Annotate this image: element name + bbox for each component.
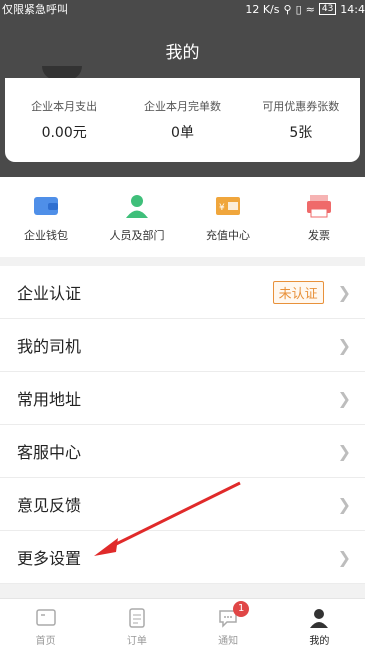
menu-item-label: 意见反馈 — [17, 496, 82, 515]
tab-label: 首页 — [35, 636, 56, 647]
people-icon — [123, 193, 151, 219]
clock: 14:4 — [340, 2, 365, 16]
stat-value: 5张 — [289, 125, 313, 141]
chevron-right-icon: ❯ — [337, 494, 351, 514]
notification-count-badge: 1 — [233, 601, 250, 617]
status-right: 12 K/s ⚲ ▯ ≈ 43 14:4 — [245, 3, 365, 16]
page-title: 我的 — [165, 42, 200, 63]
menu-item-label: 客服中心 — [17, 443, 82, 462]
quick-action-invoice[interactable]: 发票 — [279, 177, 359, 257]
stat-value: 0.00元 — [41, 125, 87, 141]
chevron-right-icon: ❯ — [337, 335, 351, 355]
chevron-right-icon: ❯ — [337, 441, 351, 461]
menu-item-more-settings[interactable]: 更多设置 ❯ — [0, 531, 365, 584]
menu-item-label: 企业认证 — [17, 284, 82, 303]
invoice-icon — [305, 193, 333, 219]
tab-label: 我的 — [309, 636, 330, 647]
tab-label: 通知 — [218, 636, 239, 647]
chevron-right-icon: ❯ — [337, 547, 351, 567]
stat-label: 企业本月完单数 — [143, 100, 221, 113]
tab-profile[interactable]: 我的 — [284, 599, 354, 647]
home-icon — [35, 607, 57, 629]
menu-item-label: 我的司机 — [17, 337, 82, 356]
recharge-icon: ¥ — [214, 193, 242, 219]
chevron-right-icon: ❯ — [337, 388, 351, 408]
quick-action-label: 企业钱包 — [24, 229, 68, 242]
quick-actions: 企业钱包 人员及部门 ¥ 充值中心 发票 — [0, 177, 365, 257]
svg-text:¥: ¥ — [219, 203, 225, 213]
network-speed: 12 K/s — [245, 2, 280, 16]
stat-value: 0单 — [171, 125, 194, 141]
battery-icon: 43 — [318, 3, 337, 15]
stat-monthly-spend[interactable]: 企业本月支出 0.00元 — [6, 98, 123, 142]
wallet-icon — [32, 193, 60, 219]
stat-monthly-orders[interactable]: 企业本月完单数 0单 — [124, 98, 241, 142]
menu-item-feedback[interactable]: 意见反馈 ❯ — [0, 478, 365, 531]
wifi-icon: ≈ — [305, 2, 315, 16]
quick-action-label: 充值中心 — [206, 229, 250, 242]
tab-notifications[interactable]: 1 通知 — [193, 599, 263, 647]
menu-item-customer-service[interactable]: 客服中心 ❯ — [0, 425, 365, 478]
stat-coupons[interactable]: 可用优惠券张数 5张 — [242, 98, 359, 142]
tab-label: 订单 — [126, 636, 147, 647]
orders-icon — [126, 607, 148, 629]
profile-icon — [308, 607, 330, 629]
quick-action-label: 发票 — [308, 229, 330, 242]
quick-action-people[interactable]: 人员及部门 — [97, 177, 177, 257]
vibrate-icon: ▯ — [295, 2, 302, 16]
stat-label: 企业本月支出 — [31, 100, 98, 113]
quick-action-label: 人员及部门 — [109, 229, 165, 242]
tab-orders[interactable]: 订单 — [102, 599, 172, 647]
carrier-text: 仅限紧急呼叫 — [2, 3, 68, 16]
status-bar: 仅限紧急呼叫 12 K/s ⚲ ▯ ≈ 43 14:4 — [0, 0, 365, 18]
tab-home[interactable]: 首页 — [11, 599, 81, 647]
menu-item-common-addresses[interactable]: 常用地址 ❯ — [0, 372, 365, 425]
menu-item-label: 更多设置 — [17, 549, 82, 568]
location-icon: ⚲ — [283, 2, 292, 16]
menu-item-enterprise-verification[interactable]: 企业认证 未认证 ❯ — [0, 266, 365, 319]
status-badge: 未认证 — [272, 280, 324, 304]
settings-menu: 企业认证 未认证 ❯ 我的司机 ❯ 常用地址 ❯ 客服中心 ❯ 意见反馈 ❯ 更… — [0, 266, 365, 584]
stats-card: 企业本月支出 0.00元 企业本月完单数 0单 可用优惠券张数 5张 — [5, 78, 360, 162]
quick-action-wallet[interactable]: 企业钱包 — [6, 177, 86, 257]
quick-action-recharge[interactable]: ¥ 充值中心 — [188, 177, 268, 257]
chevron-right-icon: ❯ — [337, 282, 351, 302]
menu-item-my-drivers[interactable]: 我的司机 ❯ — [0, 319, 365, 372]
bottom-tab-bar: 首页 订单 1 通知 我的 — [0, 598, 365, 653]
stat-label: 可用优惠券张数 — [262, 100, 340, 113]
menu-item-label: 常用地址 — [17, 390, 82, 409]
